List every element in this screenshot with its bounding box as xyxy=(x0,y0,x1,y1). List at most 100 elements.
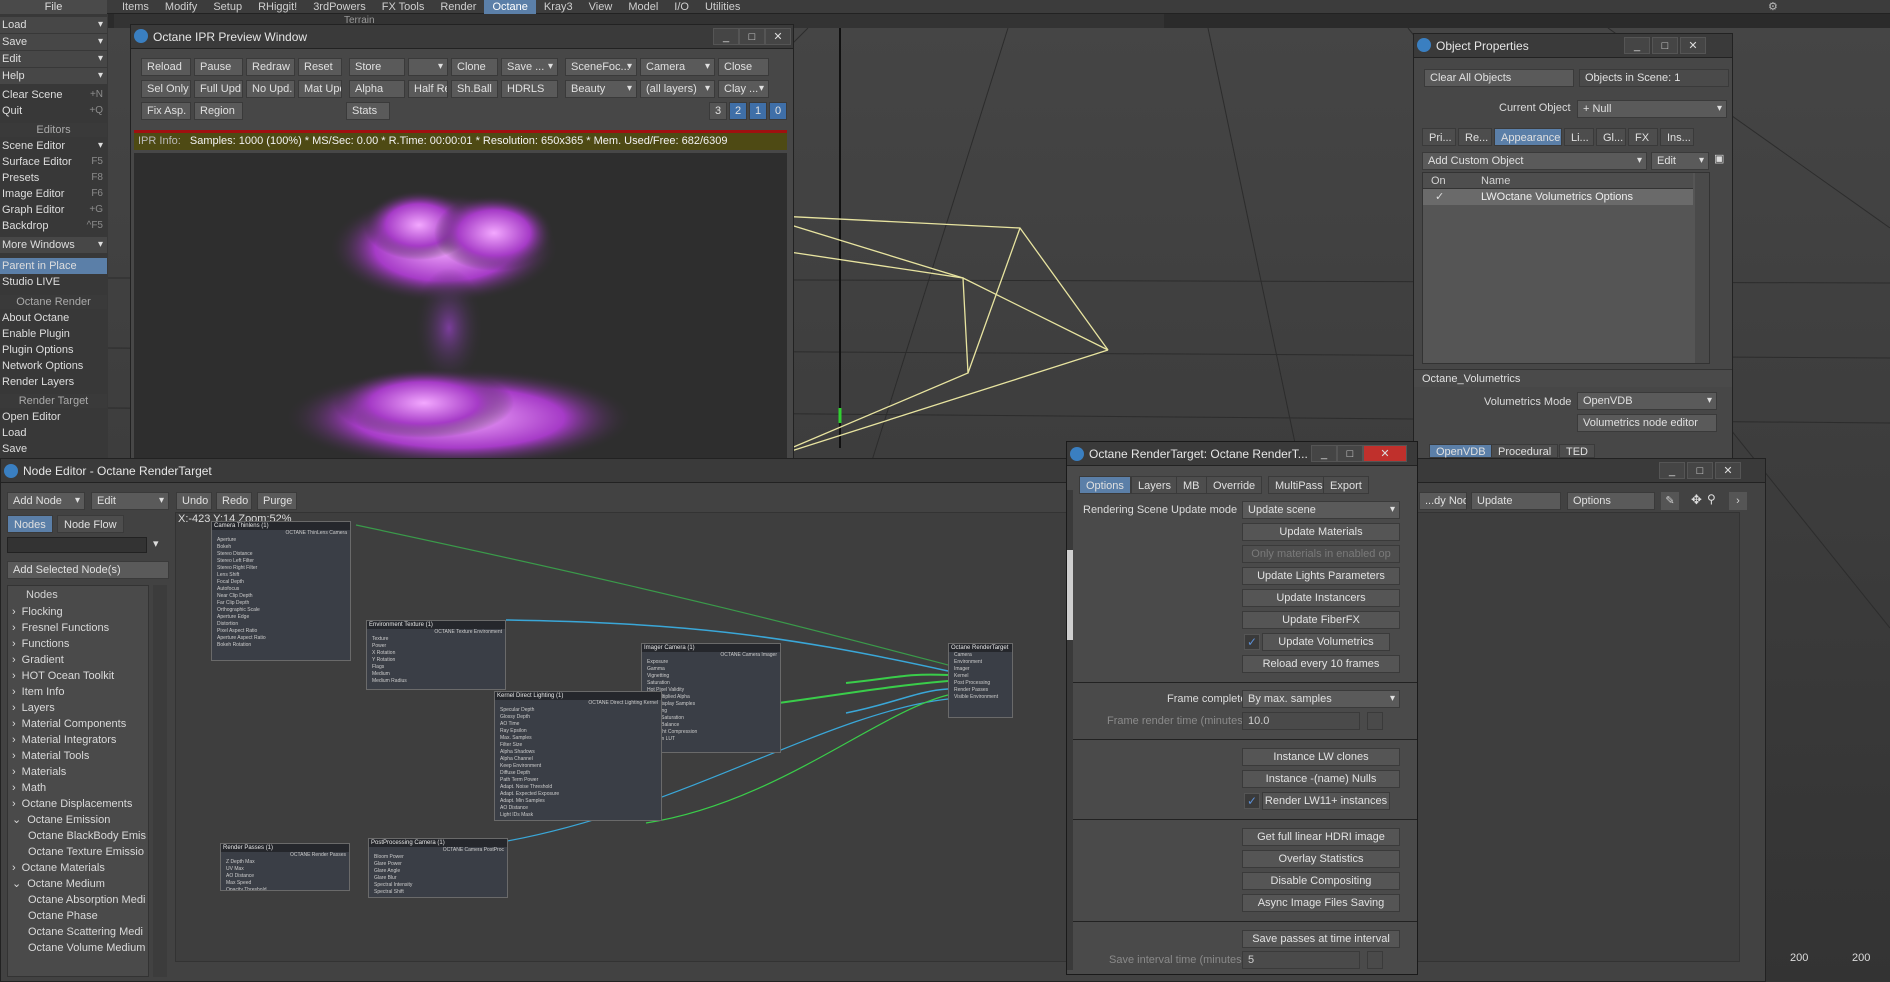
minimize-button[interactable]: _ xyxy=(713,28,739,45)
ipr-depth-0[interactable]: 0 xyxy=(769,102,787,120)
editor-presets[interactable]: Presets F8 xyxy=(0,170,107,186)
objprops-tab-6[interactable]: Ins... xyxy=(1660,128,1694,146)
node-pin[interactable]: Glossy Depth xyxy=(495,714,661,721)
node-pin[interactable]: Hot Pixel Validity xyxy=(642,687,780,694)
chevron-down-icon[interactable]: ▾ xyxy=(153,537,159,550)
close-icon[interactable]: ✕ xyxy=(765,28,791,45)
tree-item[interactable]: › Functions xyxy=(12,636,148,652)
tree-item[interactable]: Octane BlackBody Emis xyxy=(28,828,148,844)
stepper-icon[interactable] xyxy=(1367,951,1383,969)
octane-item-about-octane[interactable]: About Octane xyxy=(0,310,107,326)
gear-icon[interactable]: ⚙ xyxy=(1768,0,1778,13)
node-pin[interactable]: Glare Blur xyxy=(369,875,507,882)
node-editor-right-button[interactable]: Update xyxy=(1471,492,1561,510)
node-pin[interactable]: White Balance xyxy=(642,722,780,729)
instance-name-nulls-button[interactable]: Instance -(name) Nulls xyxy=(1242,770,1400,788)
menu-3rdpowers[interactable]: 3rdPowers xyxy=(305,0,374,14)
left-menu-save[interactable]: Save xyxy=(0,34,107,50)
node-pin[interactable]: Exposure xyxy=(642,659,780,666)
save-passes-button[interactable]: Save passes at time interval xyxy=(1242,930,1400,948)
rt-tab-mb[interactable]: MB xyxy=(1176,476,1207,494)
tree-item[interactable]: Octane Scattering Medi xyxy=(28,924,148,940)
node-pin[interactable]: Adapt. Min Samples xyxy=(495,798,661,805)
tree-item[interactable]: › Material Integrators xyxy=(12,732,148,748)
node-pin[interactable]: Path Term Power xyxy=(495,777,661,784)
node-pin[interactable]: Camera xyxy=(949,652,1012,659)
render-lw11-instances-checkbox[interactable]: ✓ xyxy=(1244,793,1260,809)
add-selected-nodes-button[interactable]: Add Selected Node(s) xyxy=(7,561,169,579)
tree-item[interactable]: › Octane Displacements xyxy=(12,796,148,812)
tree-arrow-icon[interactable]: ⌄ xyxy=(12,878,21,890)
objprops-tab-0[interactable]: Pri... xyxy=(1422,128,1456,146)
menu-fxtools[interactable]: FX Tools xyxy=(374,0,433,14)
node-pin[interactable]: Alpha Shadows xyxy=(495,749,661,756)
tree-item[interactable]: › Materials xyxy=(12,764,148,780)
chevron-right-icon[interactable]: › xyxy=(1729,492,1747,510)
maximize-button[interactable]: □ xyxy=(1652,37,1678,54)
tree-item[interactable]: › Octane Materials xyxy=(12,860,148,876)
node-pin[interactable]: Alpha Channel xyxy=(495,756,661,763)
update-materials-button[interactable]: Update Materials xyxy=(1242,523,1400,541)
rt-tab-override[interactable]: Override xyxy=(1206,476,1263,494)
editor-image-editor[interactable]: Image Editor F6 xyxy=(0,186,107,202)
tree-arrow-icon[interactable]: › xyxy=(12,798,16,810)
full-hdri-button[interactable]: Get full linear HDRI image xyxy=(1242,828,1400,846)
tree-arrow-icon[interactable]: › xyxy=(12,638,16,650)
ipr-btn-save[interactable]: Save ... xyxy=(501,58,558,76)
node-pin[interactable]: Specular Depth xyxy=(495,707,661,714)
tree-arrow-icon[interactable]: › xyxy=(12,686,16,698)
node-pin[interactable]: Medium xyxy=(367,671,505,678)
menu-rhiggit[interactable]: RHiggit! xyxy=(250,0,305,14)
objprops-tab-3[interactable]: Li... xyxy=(1564,128,1594,146)
move-icon[interactable]: ✥ xyxy=(1691,492,1702,508)
node-pin[interactable]: Texture xyxy=(367,636,505,643)
node-pin[interactable]: Aperture Edge xyxy=(212,614,350,621)
node-pin[interactable]: Focal Depth xyxy=(212,579,350,586)
node-pin[interactable]: Spectral Shift xyxy=(369,889,507,896)
node-pin[interactable]: Diffuse Depth xyxy=(495,770,661,777)
node-pin[interactable]: Stereo Distance xyxy=(212,551,350,558)
node-pin[interactable]: Pixel Aspect Ratio xyxy=(212,628,350,635)
node-pin[interactable]: AO Time xyxy=(495,721,661,728)
node-pin[interactable]: Spectral Intensity xyxy=(369,882,507,889)
ipr-btn-dropdown[interactable] xyxy=(408,58,448,76)
tree-item[interactable]: › Item Info xyxy=(12,684,148,700)
ipr-btn-clone[interactable]: Clone xyxy=(451,58,498,76)
node-pin[interactable]: Y Rotation xyxy=(367,657,505,664)
node-pin[interactable]: Glare Power xyxy=(369,861,507,868)
tree-item[interactable]: › Layers xyxy=(12,700,148,716)
node-pin[interactable]: Bokeh Rotation xyxy=(212,642,350,649)
menu-io[interactable]: I/O xyxy=(666,0,697,14)
ipr-depth-1[interactable]: 1 xyxy=(749,102,767,120)
node-pin[interactable]: White Saturation xyxy=(642,715,780,722)
ipr-render-preview[interactable] xyxy=(134,153,787,463)
node-pin[interactable]: Highlight Compression xyxy=(642,729,780,736)
octane-item-render-layers[interactable]: Render Layers xyxy=(0,374,107,390)
tree-item[interactable]: Octane Phase xyxy=(28,908,148,924)
purge-button[interactable]: Purge xyxy=(257,492,297,510)
tree-arrow-icon[interactable]: › xyxy=(12,782,16,794)
tree-item[interactable]: › Flocking xyxy=(12,604,148,620)
node-pin[interactable]: Light IDs Mask xyxy=(495,812,661,819)
ipr-btn-close[interactable]: Close xyxy=(718,58,769,76)
left-menu-edit[interactable]: Edit xyxy=(0,51,107,67)
volumetrics-node-editor-button[interactable]: Volumetrics node editor xyxy=(1577,414,1717,432)
pin-icon[interactable]: ✎ xyxy=(1661,492,1679,510)
ipr-depth-2[interactable]: 2 xyxy=(729,102,747,120)
rt-item-open-editor[interactable]: Open Editor xyxy=(0,409,107,425)
tree-item[interactable]: ⌄ Octane Emission xyxy=(12,812,148,828)
tree-item[interactable]: › HOT Ocean Toolkit xyxy=(12,668,148,684)
minimize-button[interactable]: _ xyxy=(1624,37,1650,54)
tree-arrow-icon[interactable]: › xyxy=(12,606,16,618)
ipr-depth-3[interactable]: 3 xyxy=(709,102,727,120)
maximize-button[interactable]: □ xyxy=(739,28,765,45)
tree-item[interactable]: ⌄ Octane Medium xyxy=(12,876,148,892)
tree-item[interactable]: › Material Components xyxy=(12,716,148,732)
tree-item[interactable]: › Fresnel Functions xyxy=(12,620,148,636)
node-pin[interactable]: X Rotation xyxy=(367,650,505,657)
update-instancers-button[interactable]: Update Instancers xyxy=(1242,589,1400,607)
clear-all-objects-button[interactable]: Clear All Objects xyxy=(1424,69,1574,87)
node-pin[interactable]: Filter Size xyxy=(495,742,661,749)
node-pin[interactable]: Max. Samples xyxy=(495,735,661,742)
node-pin[interactable]: AO Distance xyxy=(221,873,349,880)
